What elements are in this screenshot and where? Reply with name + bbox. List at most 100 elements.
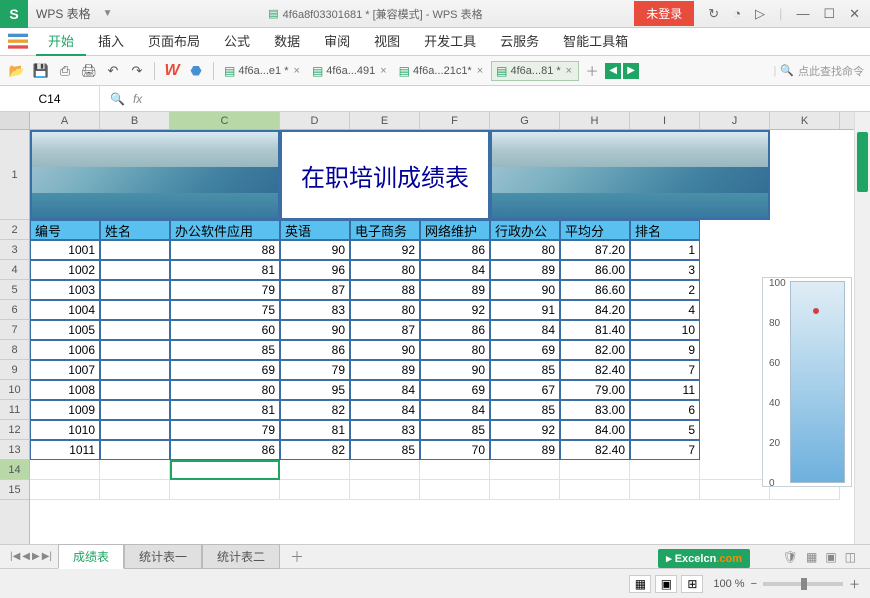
- table-cell[interactable]: 1007: [30, 360, 100, 380]
- menu-页面布局[interactable]: 页面布局: [136, 27, 212, 56]
- table-cell[interactable]: 1008: [30, 380, 100, 400]
- table-cell[interactable]: 90: [420, 360, 490, 380]
- table-cell[interactable]: 80: [350, 260, 420, 280]
- sheet-last-icon[interactable]: ▶|: [42, 551, 52, 562]
- page-view-button[interactable]: ▣: [655, 575, 677, 593]
- table-cell[interactable]: [100, 240, 170, 260]
- sheet-prev-icon[interactable]: ◀: [22, 551, 30, 562]
- empty-cell[interactable]: [170, 460, 280, 480]
- table-header[interactable]: 办公软件应用: [170, 220, 280, 240]
- tab-close-icon[interactable]: ×: [564, 65, 574, 77]
- minimize-button[interactable]: —: [790, 2, 815, 25]
- table-cell[interactable]: 85: [490, 360, 560, 380]
- file-menu-icon[interactable]: [8, 33, 28, 51]
- empty-cell[interactable]: [30, 480, 100, 500]
- table-cell[interactable]: [100, 280, 170, 300]
- scroll-thumb[interactable]: [857, 132, 868, 192]
- table-cell[interactable]: 60: [170, 320, 280, 340]
- close-button[interactable]: ✕: [843, 2, 866, 26]
- empty-cell[interactable]: [350, 480, 420, 500]
- table-cell[interactable]: 86: [170, 440, 280, 460]
- table-cell[interactable]: 85: [490, 400, 560, 420]
- table-cell[interactable]: 90: [490, 280, 560, 300]
- empty-cell[interactable]: [100, 460, 170, 480]
- table-cell[interactable]: 85: [350, 440, 420, 460]
- undo-icon[interactable]: ↶: [102, 60, 124, 82]
- empty-cell[interactable]: [170, 480, 280, 500]
- menu-公式[interactable]: 公式: [212, 27, 262, 56]
- sheet-tab[interactable]: 统计表二: [202, 544, 280, 569]
- col-header-E[interactable]: E: [350, 112, 420, 129]
- skin-icon[interactable]: ▷: [749, 2, 771, 26]
- empty-cell[interactable]: [630, 460, 700, 480]
- menu-智能工具箱[interactable]: 智能工具箱: [551, 27, 640, 56]
- login-button[interactable]: 未登录: [634, 1, 694, 26]
- sync-icon[interactable]: ↻: [702, 2, 725, 26]
- table-cell[interactable]: 10: [630, 320, 700, 340]
- table-cell[interactable]: 88: [350, 280, 420, 300]
- table-cell[interactable]: 11: [630, 380, 700, 400]
- tab-close-icon[interactable]: ×: [475, 65, 485, 77]
- table-cell[interactable]: [100, 420, 170, 440]
- tab-close-icon[interactable]: ×: [292, 65, 302, 77]
- menu-开发工具[interactable]: 开发工具: [412, 27, 488, 56]
- select-all-corner[interactable]: [0, 112, 29, 130]
- table-cell[interactable]: 86.00: [560, 260, 630, 280]
- menu-插入[interactable]: 插入: [86, 27, 136, 56]
- table-cell[interactable]: 86: [420, 240, 490, 260]
- table-cell[interactable]: 85: [420, 420, 490, 440]
- row-header-13[interactable]: 13: [0, 440, 29, 460]
- app-dropdown[interactable]: ▼: [99, 8, 117, 19]
- empty-cell[interactable]: [560, 480, 630, 500]
- cloud-icon[interactable]: ◔: [727, 2, 747, 25]
- empty-cell[interactable]: [30, 460, 100, 480]
- table-cell[interactable]: 92: [490, 420, 560, 440]
- table-cell[interactable]: 5: [630, 420, 700, 440]
- table-cell[interactable]: 92: [420, 300, 490, 320]
- table-header[interactable]: 平均分: [560, 220, 630, 240]
- table-cell[interactable]: 90: [350, 340, 420, 360]
- col-header-J[interactable]: J: [700, 112, 770, 129]
- row-header-7[interactable]: 7: [0, 320, 29, 340]
- zoom-slider[interactable]: [763, 582, 843, 586]
- row-header-15[interactable]: 15: [0, 480, 29, 500]
- sheet-tab[interactable]: 成绩表: [58, 544, 124, 569]
- table-cell[interactable]: 86: [420, 320, 490, 340]
- break-view-button[interactable]: ⊞: [681, 575, 703, 593]
- empty-cell[interactable]: [490, 480, 560, 500]
- table-cell[interactable]: 79.00: [560, 380, 630, 400]
- row-header-12[interactable]: 12: [0, 420, 29, 440]
- row-header-4[interactable]: 4: [0, 260, 29, 280]
- sheet-next-icon[interactable]: ▶: [32, 551, 40, 562]
- table-cell[interactable]: 82.40: [560, 440, 630, 460]
- table-cell[interactable]: 75: [170, 300, 280, 320]
- menu-云服务[interactable]: 云服务: [488, 27, 551, 56]
- row-header-10[interactable]: 10: [0, 380, 29, 400]
- empty-cell[interactable]: [280, 480, 350, 500]
- view-icon-3[interactable]: ◫: [845, 550, 856, 564]
- sheet-tab[interactable]: 统计表一: [124, 544, 202, 569]
- col-header-G[interactable]: G: [490, 112, 560, 129]
- table-cell[interactable]: [100, 380, 170, 400]
- table-cell[interactable]: 83: [350, 420, 420, 440]
- table-cell[interactable]: 86.60: [560, 280, 630, 300]
- zoom-level[interactable]: 100 %: [713, 578, 744, 590]
- table-cell[interactable]: [100, 320, 170, 340]
- table-cell[interactable]: 90: [280, 240, 350, 260]
- row-header-8[interactable]: 8: [0, 340, 29, 360]
- table-cell[interactable]: 82.40: [560, 360, 630, 380]
- print-icon[interactable]: ⎙: [54, 60, 76, 82]
- table-cell[interactable]: 9: [630, 340, 700, 360]
- table-cell[interactable]: 84: [350, 400, 420, 420]
- empty-cell[interactable]: [100, 480, 170, 500]
- col-header-I[interactable]: I: [630, 112, 700, 129]
- table-cell[interactable]: [100, 360, 170, 380]
- col-header-A[interactable]: A: [30, 112, 100, 129]
- table-cell[interactable]: 86: [280, 340, 350, 360]
- redo-icon[interactable]: ↷: [126, 60, 148, 82]
- table-cell[interactable]: 89: [420, 280, 490, 300]
- table-header[interactable]: 网络维护: [420, 220, 490, 240]
- table-cell[interactable]: 79: [280, 360, 350, 380]
- table-cell[interactable]: [100, 260, 170, 280]
- table-cell[interactable]: 89: [350, 360, 420, 380]
